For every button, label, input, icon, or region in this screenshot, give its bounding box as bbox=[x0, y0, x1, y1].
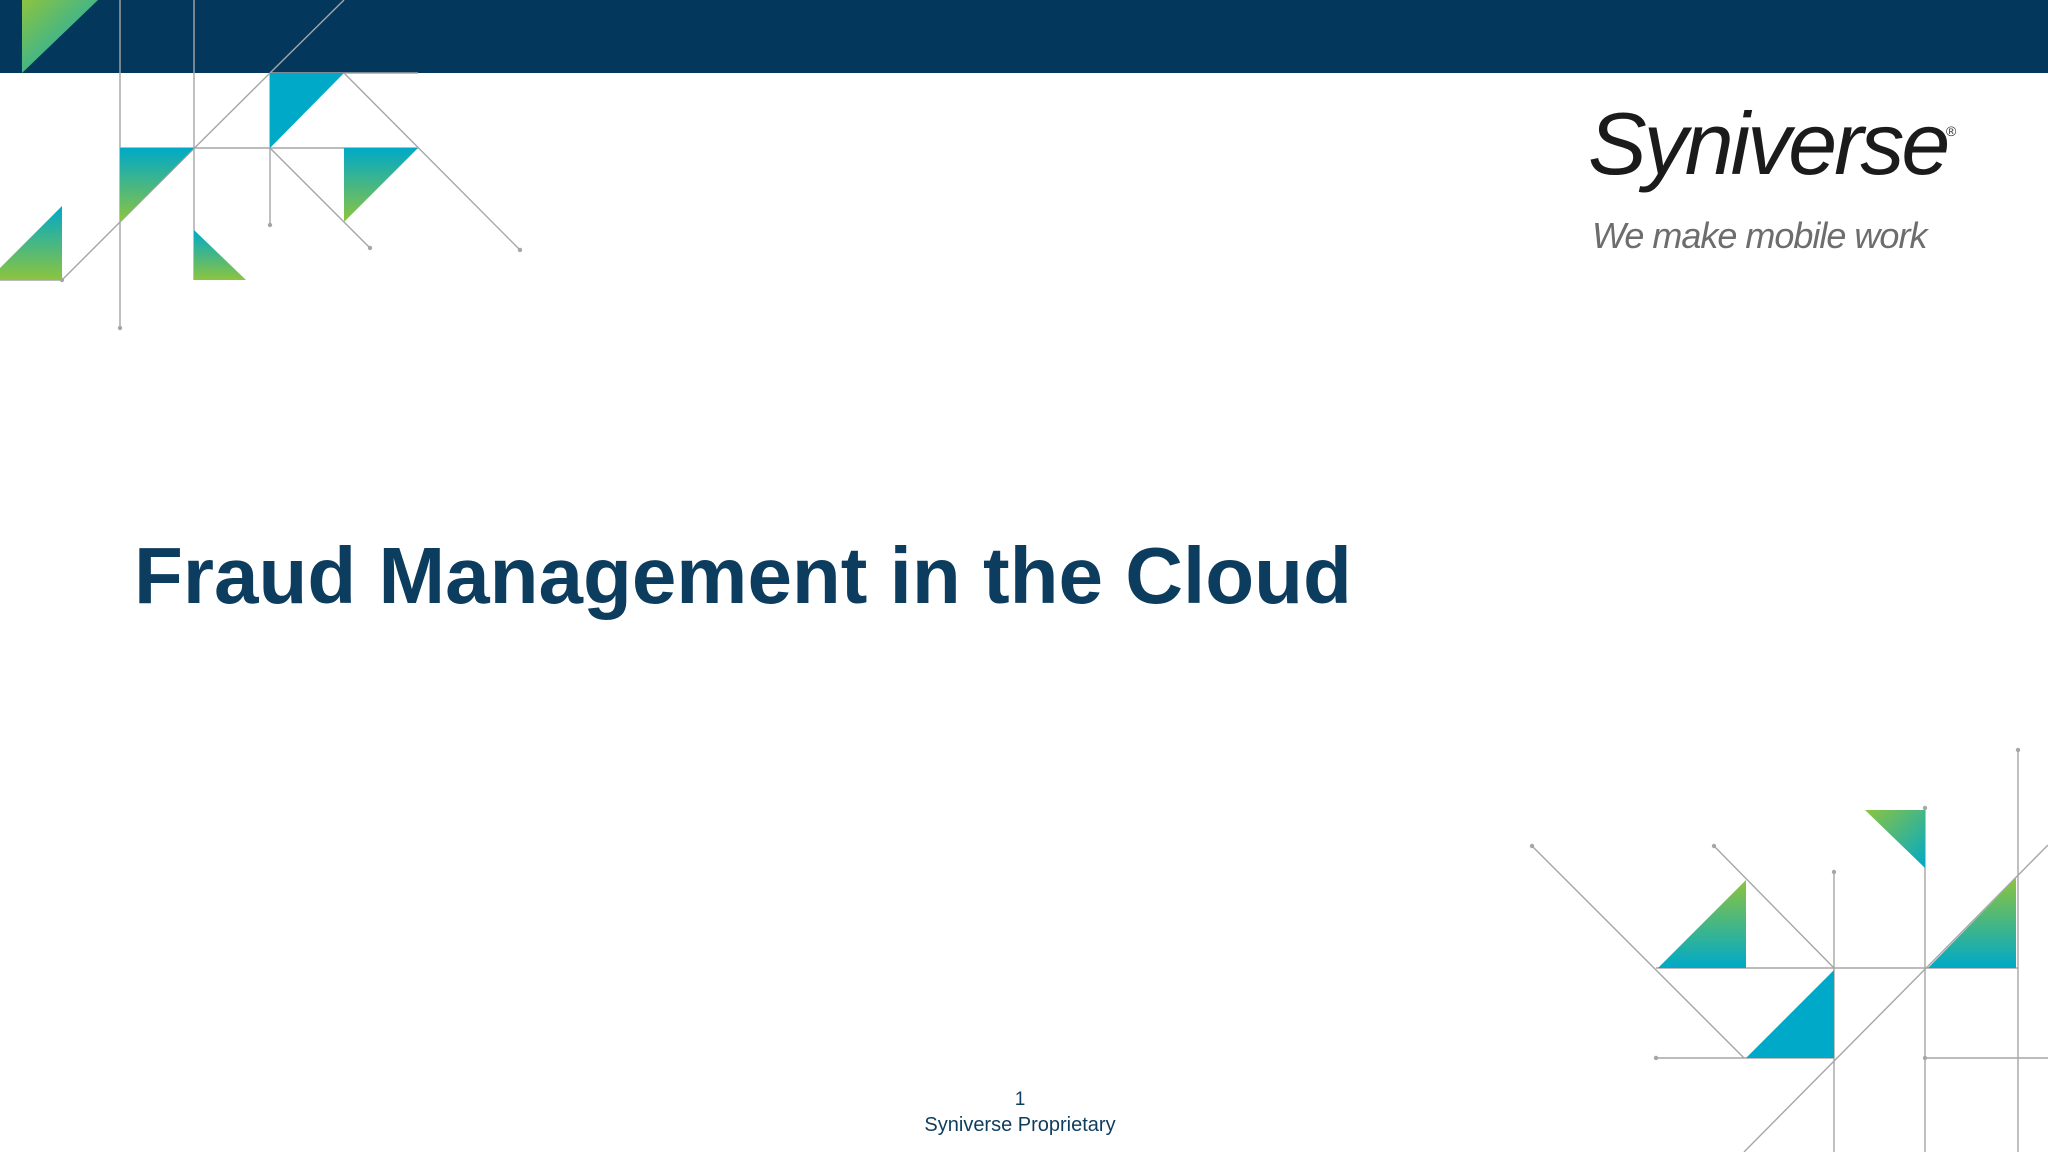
triangle-bottom-right-c bbox=[1928, 878, 2016, 968]
triangle-top-left-f bbox=[194, 230, 246, 280]
triangle-bottom-right-a bbox=[1865, 810, 1925, 868]
footer-proprietary-note: Syniverse Proprietary bbox=[924, 1114, 1116, 1136]
header-bar bbox=[0, 0, 2048, 73]
logo-name: Syniverse bbox=[1588, 94, 1950, 193]
triangle-top-left-e bbox=[0, 206, 62, 280]
syniverse-logo: Syniverse ® We make mobile work bbox=[1588, 100, 1968, 270]
slide: Syniverse ® We make mobile work Fraud Ma… bbox=[0, 0, 2048, 1152]
slide-title: Fraud Management in the Cloud bbox=[134, 531, 1352, 620]
triangle-bottom-right-d bbox=[1746, 970, 1834, 1058]
slide-footer: 1 Syniverse Proprietary bbox=[0, 1088, 2040, 1138]
triangle-top-left-b bbox=[270, 73, 344, 148]
triangle-top-left-c bbox=[120, 148, 194, 222]
registered-mark: ® bbox=[1946, 123, 1957, 139]
logo-tagline: We make mobile work bbox=[1592, 215, 1927, 256]
triangle-top-left-d bbox=[344, 148, 418, 222]
page-number: 1 bbox=[1014, 1089, 1026, 1110]
triangle-bottom-right-b bbox=[1658, 880, 1746, 968]
